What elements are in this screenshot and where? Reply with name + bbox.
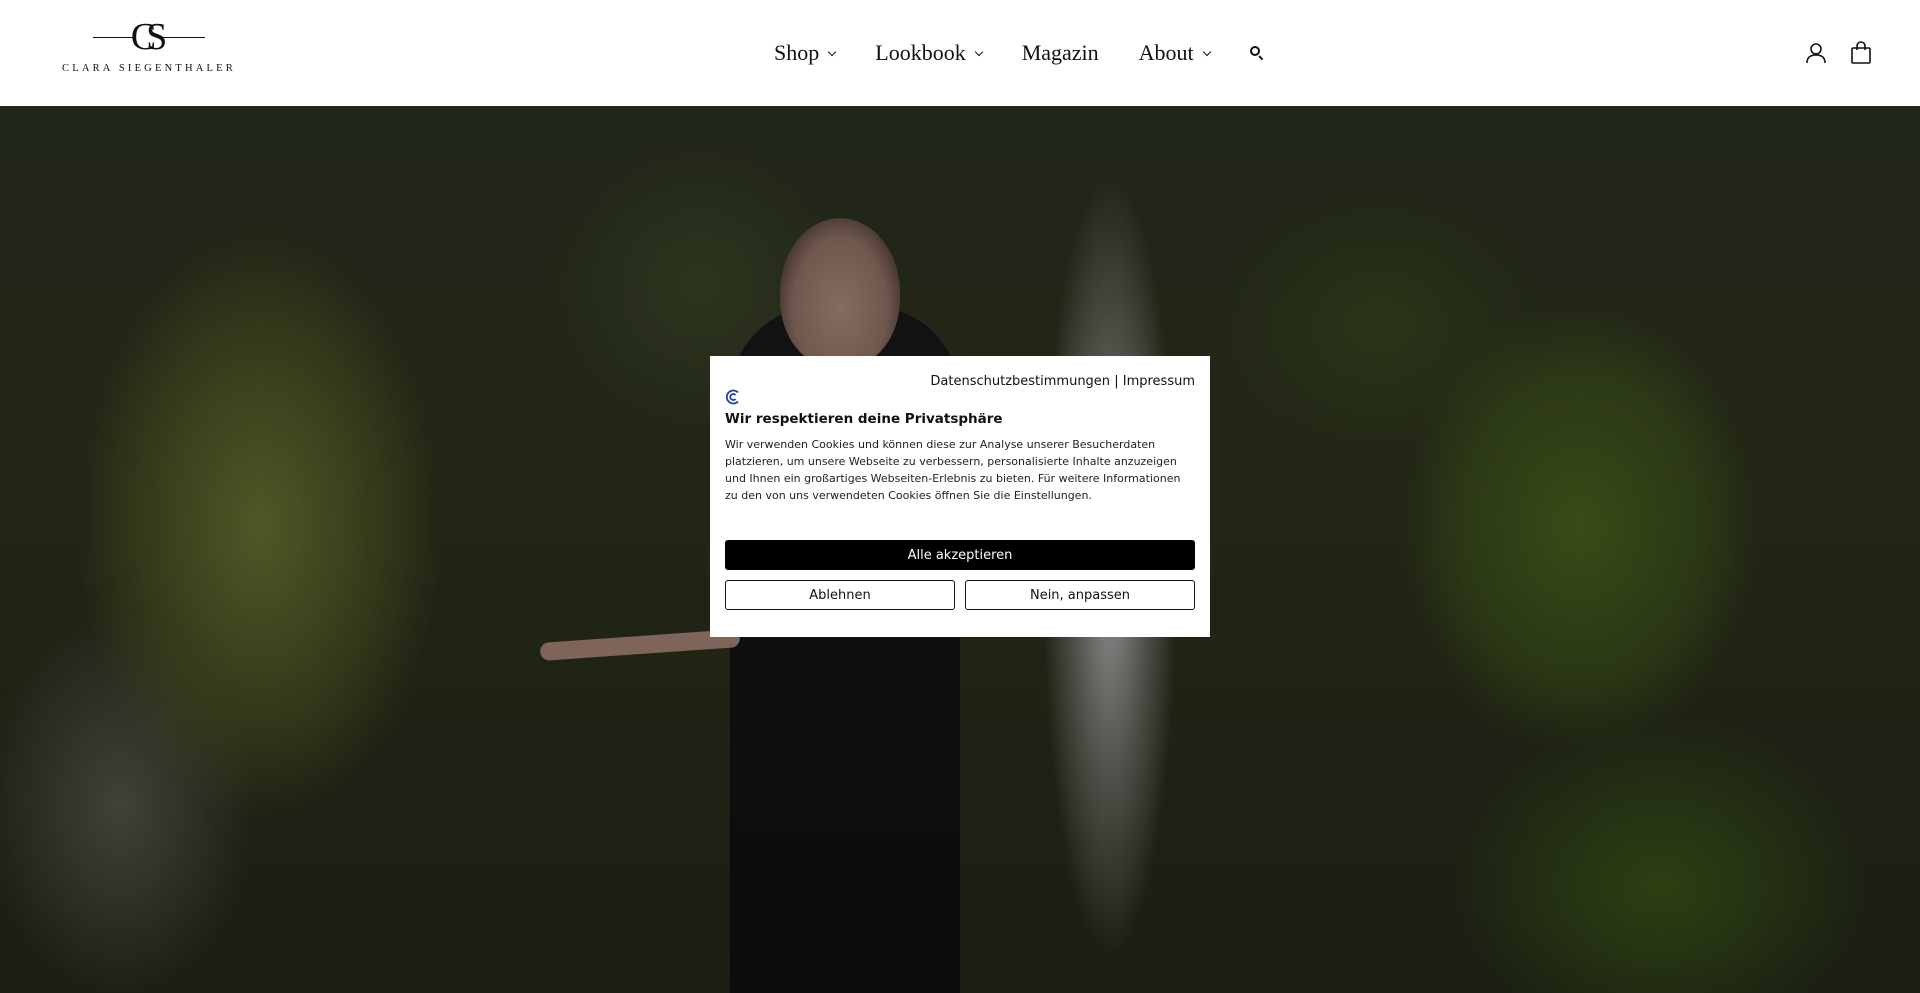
cookie-legal-links: Datenschutzbestimmungen | Impressum [930, 374, 1195, 389]
imprint-link[interactable]: Impressum [1123, 374, 1195, 389]
customize-button[interactable]: Nein, anpassen [965, 580, 1195, 610]
nav-item-about[interactable]: About [1138, 40, 1211, 66]
nav-item-label: Shop [774, 40, 820, 65]
nav-item-label: Lookbook [875, 40, 966, 65]
user-icon[interactable] [1805, 42, 1827, 64]
cookie-dialog-text: Wir verwenden Cookies und können diese z… [725, 438, 1181, 502]
brand-name: CLARA SIEGENTHALER [62, 63, 236, 74]
reject-button[interactable]: Ablehnen [725, 580, 955, 610]
nav-item-shop[interactable]: Shop [774, 40, 837, 66]
chevron-down-icon [1202, 47, 1211, 56]
cookie-consent-logo-icon [725, 389, 741, 405]
nav-item-lookbook[interactable]: Lookbook [875, 40, 983, 66]
chevron-down-icon [974, 47, 983, 56]
privacy-policy-link[interactable]: Datenschutzbestimmungen [930, 374, 1110, 389]
accept-all-button[interactable]: Alle akzeptieren [725, 540, 1195, 570]
chevron-down-icon [828, 47, 837, 56]
shopping-bag-icon[interactable] [1850, 41, 1872, 64]
search-icon[interactable] [1249, 46, 1264, 61]
site-header: CS CLARA SIEGENTHALER Shop Lookbook Maga… [0, 0, 1920, 106]
nav-item-label: About [1138, 40, 1194, 65]
nav-item-label: Magazin [1021, 40, 1099, 65]
link-separator: | [1114, 374, 1119, 389]
cookie-dialog-title: Wir respektieren deine Privatsphäre [725, 411, 1003, 427]
brand-monogram: CS [53, 17, 245, 57]
main-nav: Shop Lookbook Magazin About [774, 36, 1264, 70]
nav-item-magazin[interactable]: Magazin [1022, 40, 1099, 66]
brand-logo[interactable]: CS CLARA SIEGENTHALER [53, 17, 245, 75]
cookie-consent-dialog: Datenschutzbestimmungen | Impressum Wir … [710, 356, 1210, 637]
